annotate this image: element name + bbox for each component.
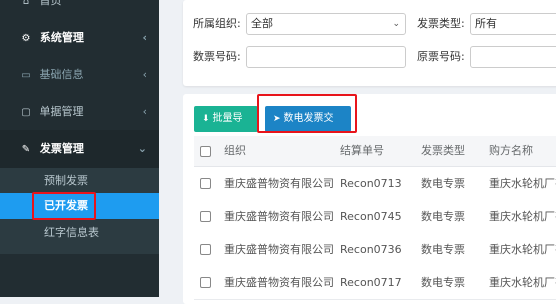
invoice-type-label: 发票类型: bbox=[417, 17, 465, 30]
cell-buyer: 重庆水轮机厂有限 bbox=[489, 210, 556, 223]
cell-org: 重庆盛普物资有限公司 bbox=[224, 210, 334, 223]
document-icon: ▢ bbox=[21, 107, 31, 118]
highlight-box bbox=[257, 94, 357, 133]
cell-settle-no: Recon0736 bbox=[340, 243, 402, 256]
sidebar-item-label: 首页 bbox=[39, 0, 62, 7]
cell-settle-no: Recon0717 bbox=[340, 276, 402, 289]
gear-icon: ⚙ bbox=[21, 33, 31, 44]
chevron-down-icon: ⌄ bbox=[392, 19, 400, 29]
table-header: 组织 结算单号 发票类型 购方名称 bbox=[194, 136, 556, 167]
sidebar-item-label: 发票管理 bbox=[39, 142, 84, 155]
cell-type: 数电专票 bbox=[421, 276, 465, 289]
table-row[interactable]: 重庆盛普物资有限公司 Recon0745 数电专票 重庆水轮机厂有限 bbox=[194, 200, 556, 234]
chevron-down-icon: ⌄ bbox=[137, 142, 147, 155]
sidebar-item-prefab-invoice[interactable]: 预制发票 bbox=[0, 168, 159, 194]
cell-settle-no: Recon0713 bbox=[340, 177, 402, 190]
sidebar-item-red-info[interactable]: 红字信息表 bbox=[0, 220, 159, 246]
cell-buyer: 重庆水轮机厂有限 bbox=[489, 177, 556, 190]
row-checkbox[interactable] bbox=[200, 178, 211, 189]
sidebar-item-documents[interactable]: ▢ 单据管理 ‹ bbox=[0, 93, 159, 131]
filter-panel: 所属组织: 全部 ⌄ 发票类型: 所有 数票号码: 原票号码: bbox=[183, 0, 556, 86]
cell-org: 重庆盛普物资有限公司 bbox=[224, 243, 334, 256]
batch-export-button[interactable]: ⬇批量导出 bbox=[194, 106, 258, 150]
sidebar-item-label: 单据管理 bbox=[39, 105, 84, 118]
sidebar-item-invoice[interactable]: ✎ 发票管理 ⌄ bbox=[0, 130, 159, 168]
chevron-left-icon: ‹ bbox=[142, 105, 147, 118]
original-no-input[interactable] bbox=[470, 46, 556, 68]
chevron-left-icon: ‹ bbox=[142, 68, 147, 81]
column-header-org[interactable]: 组织 bbox=[224, 136, 246, 166]
org-label: 所属组织: bbox=[193, 17, 241, 30]
table-row[interactable]: 重庆盛普物资有限公司 Recon0736 数电专票 重庆水轮机厂有限 bbox=[194, 233, 556, 267]
column-header-type[interactable]: 发票类型 bbox=[421, 136, 465, 166]
org-select[interactable]: 全部 ⌄ bbox=[246, 13, 406, 35]
chevron-left-icon: ‹ bbox=[142, 31, 147, 44]
cell-type: 数电专票 bbox=[421, 210, 465, 223]
invoice-type-select[interactable]: 所有 bbox=[470, 13, 556, 35]
sidebar-item-label: 系统管理 bbox=[39, 31, 84, 44]
main-content: 所属组织: 全部 ⌄ 发票类型: 所有 数票号码: 原票号码: ⬇批量导出 ➤数… bbox=[159, 0, 556, 304]
cell-buyer: 重庆水轮机厂有限 bbox=[489, 243, 556, 256]
digital-no-input[interactable] bbox=[246, 46, 406, 68]
table-row[interactable]: 重庆盛普物资有限公司 Recon0717 数电专票 重庆水轮机厂有限 bbox=[194, 266, 556, 300]
row-checkbox[interactable] bbox=[200, 277, 211, 288]
table-row[interactable]: 重庆盛普物资有限公司 Recon0713 数电专票 重庆水轮机厂有限 bbox=[194, 167, 556, 201]
sidebar-item-system[interactable]: ⚙ 系统管理 ‹ bbox=[0, 19, 159, 57]
cell-buyer: 重庆水轮机厂有限 bbox=[489, 276, 556, 289]
row-checkbox[interactable] bbox=[200, 244, 211, 255]
cell-org: 重庆盛普物资有限公司 bbox=[224, 276, 334, 289]
sidebar-item-label: 基础信息 bbox=[39, 68, 84, 81]
digital-no-label: 数票号码: bbox=[193, 50, 241, 63]
sidebar-item-basic-info[interactable]: ▭ 基础信息 ‹ bbox=[0, 56, 159, 94]
original-no-label: 原票号码: bbox=[417, 50, 465, 63]
column-header-buyer[interactable]: 购方名称 bbox=[489, 136, 533, 166]
download-icon: ⬇ bbox=[202, 114, 210, 124]
invoice-table-panel: ⬇批量导出 ➤数电发票交付 组织 结算单号 发票类型 购方名称 重庆盛普物资有限… bbox=[183, 94, 556, 304]
id-card-icon: ▭ bbox=[21, 70, 31, 81]
select-all-checkbox[interactable] bbox=[200, 146, 211, 157]
row-checkbox[interactable] bbox=[200, 211, 211, 222]
home-icon: ⌂ bbox=[22, 0, 30, 7]
cell-settle-no: Recon0745 bbox=[340, 210, 402, 223]
column-header-settle-no[interactable]: 结算单号 bbox=[340, 136, 384, 166]
pen-icon: ✎ bbox=[21, 144, 31, 155]
sidebar: ⌂ 首页 ⚙ 系统管理 ‹ ▭ 基础信息 ‹ ▢ 单据管理 ‹ ✎ 发票管理 ⌄… bbox=[0, 0, 159, 297]
cell-type: 数电专票 bbox=[421, 243, 465, 256]
cell-org: 重庆盛普物资有限公司 bbox=[224, 177, 334, 190]
cell-type: 数电专票 bbox=[421, 177, 465, 190]
sidebar-item-home[interactable]: ⌂ 首页 bbox=[0, 0, 159, 20]
highlight-box bbox=[32, 192, 96, 220]
